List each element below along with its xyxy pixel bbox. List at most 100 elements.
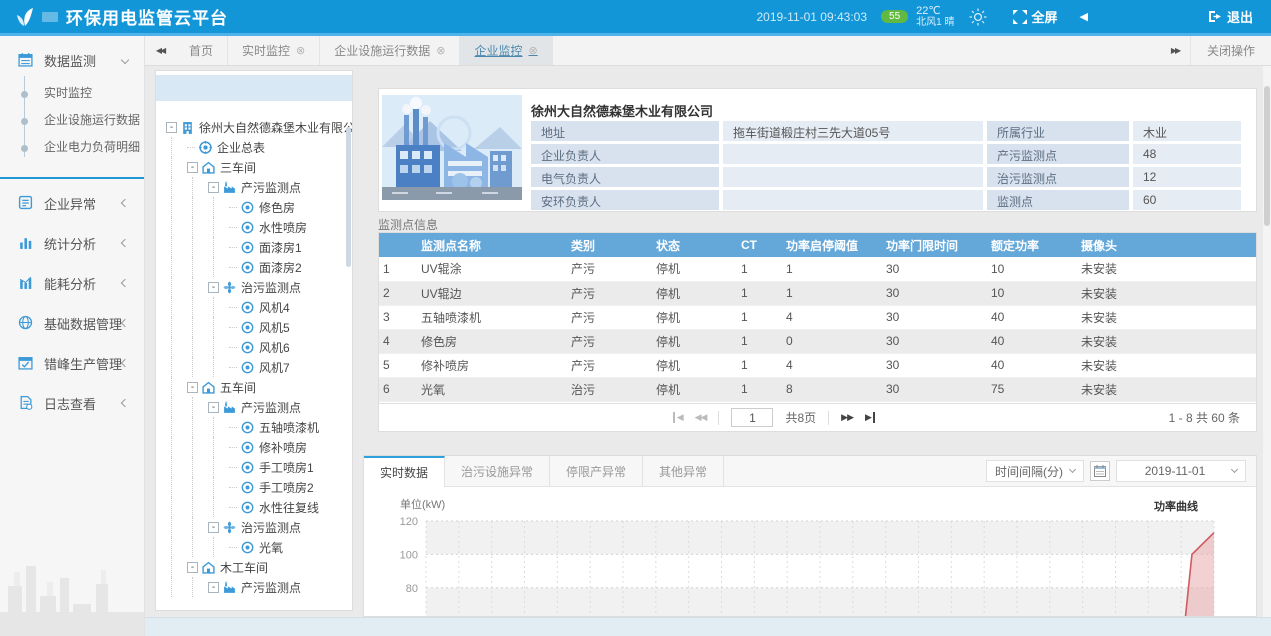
tree-expander-icon[interactable]: -: [187, 562, 198, 573]
pagination-first-icon[interactable]: ◀: [673, 412, 683, 423]
tree-node-手工喷房2[interactable]: 手工喷房2: [166, 477, 350, 497]
sidebar-subitem-企业设施运行数据[interactable]: 企业设施运行数据: [0, 107, 144, 134]
table-cell: UV辊涂: [417, 257, 567, 281]
sidebar-item-能耗分析[interactable]: 能耗分析: [0, 267, 144, 299]
interval-select[interactable]: 时间间隔(分): [986, 460, 1084, 482]
tree-node-治污监测点[interactable]: -治污监测点: [166, 277, 350, 297]
tree-guide-line: [213, 437, 229, 457]
tree-expander-icon[interactable]: -: [187, 382, 198, 393]
tree-node-修补喷房[interactable]: 修补喷房: [166, 437, 350, 457]
window-scrollbar[interactable]: [1263, 66, 1271, 617]
tree-node-手工喷房1[interactable]: 手工喷房1: [166, 457, 350, 477]
tree-expander-icon[interactable]: -: [208, 282, 219, 293]
sidebar-item-企业异常[interactable]: 企业异常: [0, 187, 144, 219]
bottom-tab-实时数据[interactable]: 实时数据: [364, 456, 445, 487]
sidebar-item-日志查看[interactable]: 日志查看: [0, 387, 144, 419]
bottom-tab-其他异常[interactable]: 其他异常: [643, 456, 724, 486]
column-header: [379, 233, 417, 257]
table-row[interactable]: 5修补喷房产污停机143040未安装: [379, 353, 1256, 377]
pagination-last-icon[interactable]: ▶: [865, 412, 875, 423]
tabs-scroll-right-icon[interactable]: ▶▶: [1160, 46, 1190, 55]
pagination-next-icon[interactable]: ▶▶: [841, 412, 853, 423]
tree-node-水性喷房[interactable]: 水性喷房: [166, 217, 350, 237]
table-cell: 五轴喷漆机: [417, 305, 567, 329]
table-cell: 治污: [567, 377, 652, 401]
table-row[interactable]: 1UV辊涂产污停机113010未安装: [379, 257, 1256, 281]
tree-guide-line: [192, 357, 208, 377]
tree-expander-icon[interactable]: -: [208, 402, 219, 413]
tab-首页[interactable]: 首页: [175, 36, 228, 65]
table-row[interactable]: 4修色房产污停机103040未安装: [379, 329, 1256, 353]
tree-guide-line: [192, 497, 208, 517]
close-tab-icon[interactable]: ⊗: [529, 44, 538, 57]
tree-node-面漆房2[interactable]: 面漆房2: [166, 257, 350, 277]
close-tab-icon[interactable]: ⊗: [436, 44, 445, 57]
tree-node-风机5[interactable]: 风机5: [166, 317, 350, 337]
point-icon: [241, 481, 255, 494]
tree-node-风机6[interactable]: 风机6: [166, 337, 350, 357]
total-pages-label: 共8页: [785, 409, 816, 426]
tree-node-水性往复线[interactable]: 水性往复线: [166, 497, 350, 517]
bottom-tab-停限产异常[interactable]: 停限产异常: [550, 456, 643, 486]
logout-button[interactable]: 退出: [1208, 7, 1253, 26]
tree-node-产污监测点[interactable]: -产污监测点: [166, 177, 350, 197]
tree-node-五轴喷漆机[interactable]: 五轴喷漆机: [166, 417, 350, 437]
tree-node-产污监测点[interactable]: -产污监测点: [166, 577, 350, 597]
tree-guide-line: [213, 357, 229, 377]
chevron-left-icon: [121, 239, 129, 247]
tree-node-风机7[interactable]: 风机7: [166, 357, 350, 377]
fullscreen-label: 全屏: [1032, 7, 1058, 26]
tree-node-五车间[interactable]: -五车间: [166, 377, 350, 397]
tree-expander-icon[interactable]: -: [208, 182, 219, 193]
tree-node-风机4[interactable]: 风机4: [166, 297, 350, 317]
tree-node-面漆房1[interactable]: 面漆房1: [166, 237, 350, 257]
tab-企业监控[interactable]: 企业监控⊗: [460, 36, 552, 65]
table-cell: 1: [737, 353, 782, 377]
date-select[interactable]: 2019-11-01: [1116, 460, 1246, 482]
tree-node-三车间[interactable]: -三车间: [166, 157, 350, 177]
tree-expander-icon[interactable]: -: [208, 522, 219, 533]
tree-node-label: 水性往复线: [259, 499, 319, 516]
tabs-scroll-left-icon[interactable]: ◀◀: [145, 36, 175, 65]
logo-submark: [42, 12, 58, 22]
sidebar-item-数据监测[interactable]: 数据监测: [0, 44, 144, 76]
tree-guide-line: [171, 537, 187, 557]
company-field-value: [723, 167, 983, 187]
app-window: 环保用电监管云平台 2019-11-01 09:43:03 55 22℃ 北风1…: [0, 0, 1271, 636]
tree-expander-icon[interactable]: -: [208, 582, 219, 593]
table-row[interactable]: 2UV辊边产污停机113010未安装: [379, 281, 1256, 305]
table-row[interactable]: 6光氧治污停机183075未安装: [379, 377, 1256, 401]
close-tab-icon[interactable]: ⊗: [296, 44, 305, 57]
table-cell: 6: [379, 377, 417, 401]
sidebar-item-基础数据管理[interactable]: 基础数据管理: [0, 307, 144, 339]
sidebar-subitem-实时监控[interactable]: 实时监控: [0, 80, 144, 107]
calendar-button[interactable]: [1090, 461, 1110, 481]
table-cell: 10: [987, 257, 1077, 281]
bottom-tab-治污设施异常[interactable]: 治污设施异常: [445, 456, 550, 486]
tab-企业设施运行数据[interactable]: 企业设施运行数据⊗: [320, 36, 460, 65]
fullscreen-button[interactable]: 全屏: [1013, 7, 1058, 26]
sidebar-item-错峰生产管理[interactable]: 错峰生产管理: [0, 347, 144, 379]
tree-guide-line: [192, 297, 208, 317]
tree-node-修色房[interactable]: 修色房: [166, 197, 350, 217]
tree-node-木工车间[interactable]: -木工车间: [166, 557, 350, 577]
header-back-arrow[interactable]: ◀: [1080, 10, 1088, 23]
table-row[interactable]: 3五轴喷漆机产污停机143040未安装: [379, 305, 1256, 329]
page-number-input[interactable]: [731, 408, 773, 427]
tree-guide-line: [192, 517, 208, 537]
sidebar-item-统计分析[interactable]: 统计分析: [0, 227, 144, 259]
tree-node-徐州大自然德森堡木业有限公司[interactable]: -徐州大自然德森堡木业有限公司: [166, 117, 350, 137]
tree-node-产污监测点[interactable]: -产污监测点: [166, 397, 350, 417]
close-operations-button[interactable]: 关闭操作: [1190, 36, 1271, 65]
pagination-prev-icon[interactable]: ◀◀: [695, 412, 707, 423]
table-cell: 4: [782, 353, 882, 377]
tree-expander-icon[interactable]: -: [187, 162, 198, 173]
tree-node-企业总表[interactable]: 企业总表: [166, 137, 350, 157]
sidebar-subitem-企业电力负荷明细[interactable]: 企业电力负荷明细: [0, 134, 144, 161]
tree-scrollbar[interactable]: [346, 127, 351, 267]
scrollbar-thumb[interactable]: [1264, 86, 1270, 226]
tree-node-治污监测点[interactable]: -治污监测点: [166, 517, 350, 537]
tree-expander-icon[interactable]: -: [166, 122, 177, 133]
tree-node-光氧[interactable]: 光氧: [166, 537, 350, 557]
tab-实时监控[interactable]: 实时监控⊗: [228, 36, 320, 65]
